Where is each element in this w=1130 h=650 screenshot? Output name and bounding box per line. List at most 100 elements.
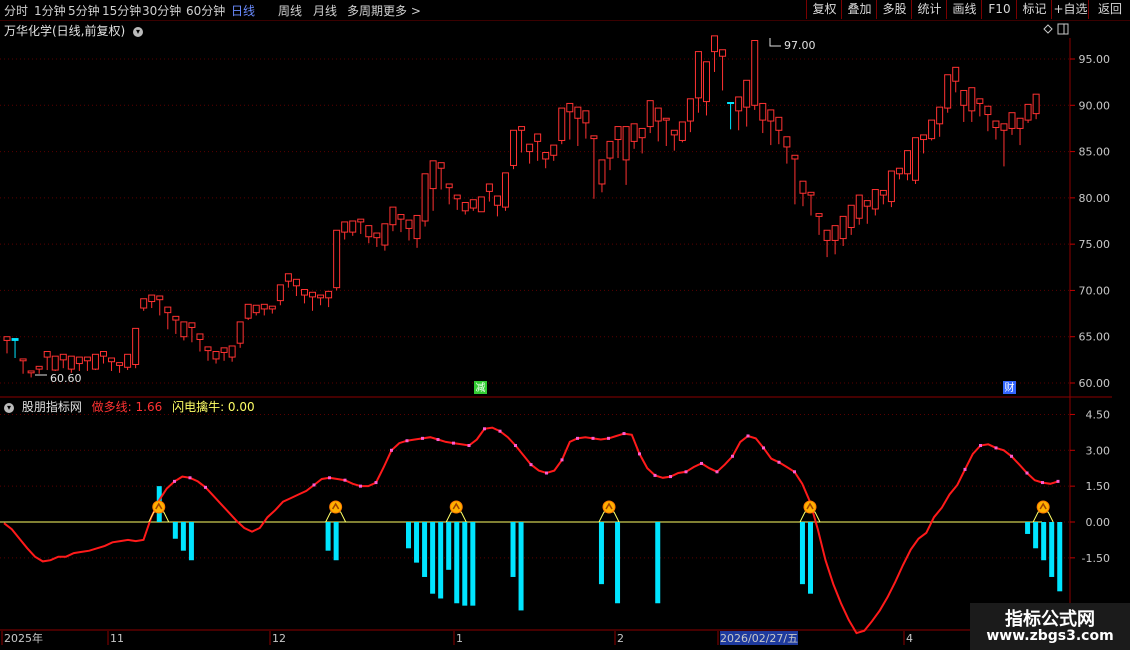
candle (1032, 93, 1040, 120)
lightning-bar (430, 522, 436, 594)
candle (252, 304, 260, 316)
candle (333, 229, 341, 291)
event-marker-label: 减 (476, 382, 486, 394)
lightning-bar (1057, 522, 1063, 592)
line-dot (1056, 479, 1060, 483)
candle (389, 206, 397, 232)
candle (300, 289, 308, 304)
candle (35, 365, 43, 374)
candle (228, 345, 236, 362)
date-tick-label: 2 (617, 632, 624, 645)
candle (622, 126, 630, 185)
price-tick-label: 65.00 (1079, 331, 1111, 344)
lightning-bar (1025, 522, 1031, 534)
lightning-bar (333, 522, 339, 561)
candle (164, 306, 172, 330)
candle (976, 98, 984, 117)
candle (702, 61, 710, 116)
candle (791, 154, 799, 205)
candle (678, 121, 686, 143)
kline-chart: 95.00 90.00 85.00 80.00 75.00 70.00 65.00 60.00… (0, 23, 1112, 645)
line-dot (638, 452, 641, 456)
candle (317, 294, 325, 306)
lightning-bar (1033, 522, 1039, 549)
indicator-title: ▾ 股朋指标网 做多线: 1.66 闪电擒牛: 0.00 (4, 398, 255, 415)
date-tick-label: 4 (906, 632, 913, 645)
lightning-bar (462, 522, 468, 606)
line-dot (545, 471, 548, 475)
candle (887, 170, 895, 208)
price-tick-label: 80.00 (1079, 192, 1111, 205)
candle (67, 355, 75, 373)
candle (582, 110, 590, 139)
lightning-bar (454, 522, 460, 604)
candle (839, 215, 847, 246)
candle (1008, 112, 1016, 135)
line-dot (669, 475, 672, 479)
chevron-down-icon[interactable]: ▾ (4, 402, 14, 413)
line-dot (204, 485, 207, 489)
line-dot (498, 429, 502, 433)
candle (485, 183, 493, 202)
line-dot (328, 476, 331, 480)
lightning-bar (1041, 522, 1047, 561)
candle (99, 351, 107, 364)
line-dot (173, 479, 176, 483)
candle (284, 273, 292, 288)
candle (357, 218, 365, 234)
candle (630, 123, 638, 149)
price-tick-label: 70.00 (1079, 284, 1111, 297)
candle (662, 117, 670, 147)
lightning-bar (180, 522, 186, 551)
candle (936, 106, 944, 137)
candle (542, 152, 550, 169)
candle (501, 172, 509, 211)
candle (244, 303, 252, 321)
indicator-tick-label: -1.50 (1082, 552, 1110, 565)
lightning-bar (422, 522, 428, 577)
line-dot (576, 436, 579, 440)
candle (43, 351, 51, 371)
candle (903, 150, 911, 181)
line-dot (591, 436, 595, 440)
lightning-bar (510, 522, 516, 577)
candle (268, 305, 276, 314)
candle (992, 120, 1000, 140)
candle (984, 105, 992, 132)
candle (108, 357, 116, 371)
candle (952, 66, 960, 93)
line-dot (607, 436, 610, 440)
candle (349, 220, 357, 236)
candle (325, 290, 333, 308)
lightning-bar (598, 522, 604, 585)
candle (437, 162, 445, 190)
candle (711, 35, 719, 72)
candle (397, 214, 405, 233)
candle (759, 102, 767, 134)
candle (19, 358, 27, 374)
candle (477, 196, 485, 213)
candle (654, 107, 662, 142)
panel-icons[interactable] (1043, 23, 1069, 35)
candle (968, 87, 976, 122)
line-dot (374, 481, 378, 485)
candle (292, 278, 300, 296)
low-price-label: 60.60 (50, 372, 82, 385)
lightning-bar (188, 522, 194, 561)
lightning-bar (615, 522, 621, 604)
lightning-bar (655, 522, 661, 604)
line-dot (421, 436, 424, 440)
indicator-tick-label: 1.50 (1086, 480, 1111, 493)
candle (180, 321, 188, 341)
candle (27, 370, 35, 378)
candle (767, 109, 775, 146)
price-tick-label: 90.00 (1079, 99, 1111, 112)
line-dot (529, 463, 533, 467)
line-dot (979, 444, 982, 448)
line-dot (762, 446, 765, 450)
candle (719, 49, 727, 91)
candle (365, 225, 373, 244)
candle (11, 338, 19, 359)
line-dot (312, 483, 316, 487)
line-dot (622, 432, 626, 436)
